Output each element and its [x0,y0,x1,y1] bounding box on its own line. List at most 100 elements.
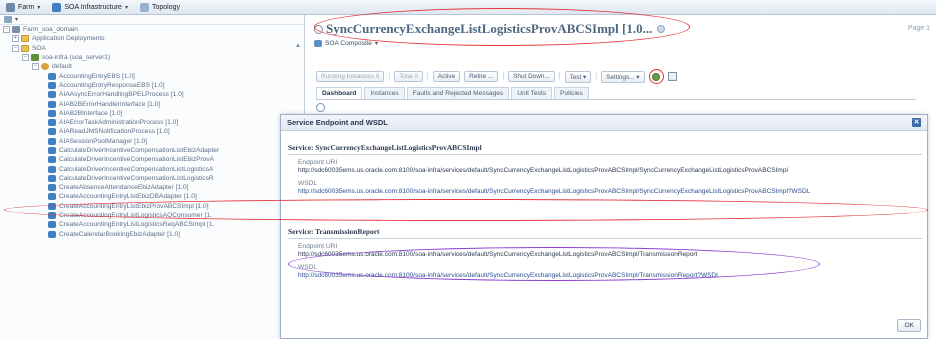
table-view-icon[interactable] [667,72,677,81]
tab-instances[interactable]: Instances [364,87,405,99]
tree-node-composite[interactable]: CreateAccountingEntryListLogisticsReqABC… [0,220,304,229]
composite-icon [48,100,56,108]
tab-dashboard[interactable]: Dashboard [316,87,363,99]
farm-menu[interactable]: Farm ▾ [6,2,41,12]
tree-label: Application Deployments [32,35,105,43]
composite-icon [48,128,56,136]
composite-icon [48,119,56,127]
tree-node-composite[interactable]: CalculateDriverIncentiveCompensationList… [0,164,304,173]
service-endpoint-dialog: Service Endpoint and WSDL ✕ Service: Syn… [280,114,928,339]
tree-label: AIAB2BErrorHandlerInterface [1.0] [59,100,161,108]
tree-label: CreateAbsenceAttendanceEbizAdapter [1.0] [59,184,189,192]
tree-label: soa-infra (soa_server1) [42,54,111,62]
soa-infrastructure-menu[interactable]: SOA Infrastructure ▾ [52,2,128,12]
expand-icon[interactable]: + [12,35,19,43]
tree-node-composite[interactable]: AIAAsyncErrorHandlingBPELProcess [1.0] [0,90,304,99]
shutdown-button[interactable]: Shut Down... [508,71,555,82]
tree-node-composite[interactable]: AccountingEntryEBS [1.0] [0,71,304,80]
tree-label: CalculateDriverIncentiveCompensationList… [59,147,220,154]
separator: | [388,73,391,80]
tree-node-composite[interactable]: CreateCalendarBookingEbizAdapter [1.0] [0,230,304,239]
separator: | [595,73,598,80]
tree-node-composite[interactable]: AIAReadJMSNotificationProcess [1.0] [0,127,304,136]
tree-node-app-deployments[interactable]: + Application Deployments [0,34,304,43]
scroll-up-icon[interactable]: ▲ [295,43,301,49]
composite-icon [48,91,56,99]
composite-icon [48,137,56,145]
tab-policies[interactable]: Policies [554,87,589,99]
tree-node-composite[interactable]: AIAB2BErrorHandlerInterface [1.0] [0,99,304,108]
ok-button[interactable]: OK [897,319,921,332]
tree-label: CreateAccountingEntryListLogisticsReqABC… [59,221,215,229]
tree-node-farm[interactable]: − Farm_soa_domain [0,25,304,34]
tree-label: AccountingEntryEBS [1.0] [59,72,135,80]
running-instances-label: Running Instances 0 [316,71,385,82]
tree-node-composite[interactable]: AIAB2BInterface [1.0] [0,109,304,118]
test-button[interactable]: Test ▾ [564,70,592,83]
separator: | [426,73,429,80]
tree-node-composite[interactable]: CalculateDriverIncentiveCompensationList… [0,146,304,155]
composite-tabs: Dashboard Instances Faults and Rejected … [316,87,916,100]
tab-faults[interactable]: Faults and Rejected Messages [406,87,510,99]
tab-unit-tests[interactable]: Unit Tests [511,87,553,99]
page-indicator: Page 1 [907,25,930,32]
collapse-icon[interactable]: − [12,44,19,52]
refresh-icon[interactable] [316,103,325,112]
composite-toolbar: Running Instances 0 | Total 0 | Active R… [316,69,677,84]
composite-icon [314,40,322,47]
composite-icon [48,193,56,201]
show-wsdl-button[interactable] [648,69,664,84]
folder-icon [21,35,29,43]
title-highlight-annotation [314,8,690,46]
composite-icon [48,165,56,173]
tree-label: AIAAsyncErrorHandlingBPELProcess [1.0] [59,91,184,99]
active-status: Active [432,71,461,82]
tree-node-composite[interactable]: AIASessionPoolManager [1.0] [0,137,304,146]
farm-icon [6,2,15,12]
farm-menu-label: Farm [18,3,35,11]
tree-node-composite[interactable]: CalculateDriverIncentiveCompensationList… [0,155,304,164]
collapse-icon[interactable]: − [3,26,10,34]
dialog-titlebar: Service Endpoint and WSDL ✕ [281,115,927,131]
collapse-icon[interactable]: − [22,54,29,62]
chevron-down-icon: ▾ [37,4,41,11]
wsdl-highlight-annotation [4,199,928,221]
collapse-icon[interactable]: − [32,63,39,71]
service-section-primary: Service: SyncCurrencyExchangeListLogisti… [288,143,922,195]
tree-node-soa[interactable]: − SOA [0,44,304,53]
topology-label: Topology [151,3,180,11]
endpoint-uri-value: http://sdc60035ems.us.oracle.com:8100/so… [298,167,788,174]
service-heading: Service: TransmissionReport [288,227,922,239]
folder-icon [21,44,29,52]
tree-node-composite[interactable]: CreateAbsenceAttendanceEbizAdapter [1.0] [0,183,304,192]
tree-node-partition[interactable]: − default [0,62,304,71]
tree-node-server[interactable]: − soa-infra (soa_server1) [0,53,304,62]
chevron-down-icon[interactable]: ▾ [15,16,18,23]
tree-label: AIAReadJMSNotificationProcess [1.0] [59,128,170,136]
dialog-title: Service Endpoint and WSDL [287,118,388,127]
partition-icon [41,63,49,71]
tree-node-composite[interactable]: AIAErrorTaskAdministrationProcess [1.0] [0,118,304,127]
topology-link[interactable]: Topology [139,2,180,12]
soa-composite-menu-label: SOA Composite [325,40,372,47]
separator: | [558,73,561,80]
tree-node-composite[interactable]: CalculateDriverIncentiveCompensationList… [0,174,304,183]
tree-toolbar: ▾ [0,15,304,25]
composite-icon [48,174,56,182]
wsdl-label: WSDL [298,180,318,187]
service-heading: Service: SyncCurrencyExchangeListLogisti… [288,143,922,155]
retire-button[interactable]: Retire ... [464,71,499,82]
soa-infrastructure-menu-label: SOA Infrastructure [64,3,122,11]
wsdl-link[interactable]: http://sdc60035ems.us.oracle.com:8100/so… [298,188,922,195]
close-icon[interactable]: ✕ [912,118,921,127]
view-menu-icon[interactable] [4,16,12,23]
tree-node-composite[interactable]: AccountingEntryResponseEBS [1.0] [0,81,304,90]
endpoint-highlight-annotation [288,247,820,281]
tree-label: CalculateDriverIncentiveCompensationList… [59,156,215,164]
composite-icon [48,81,56,89]
separator: | [502,73,505,80]
wsdl-endpoint-icon [652,72,660,81]
tree-label: CalculateDriverIncentiveCompensationList… [59,165,214,173]
tree-label: CreateCalendarBookingEbizAdapter [1.0] [59,230,180,238]
settings-button[interactable]: Settings... ▾ [601,70,645,83]
